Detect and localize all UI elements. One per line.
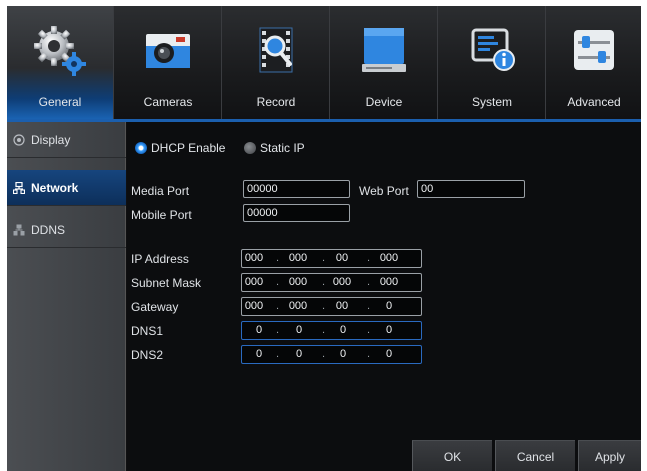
tab-label: Record (256, 95, 296, 109)
dot-separator: . (276, 276, 280, 288)
mobile-port-label: Mobile Port (131, 208, 192, 222)
tab-label: General (38, 95, 82, 109)
dns1-input[interactable]: 0 . 0 . 0 . 0 (241, 321, 422, 340)
tab-label: Device (365, 95, 403, 109)
gears-icon (34, 26, 86, 76)
ip-address-label: IP Address (131, 252, 189, 266)
dot-separator: . (367, 252, 371, 264)
mobile-port-input[interactable]: 00000 (243, 204, 350, 222)
octet: 0 (339, 348, 347, 360)
octet: 0 (385, 300, 393, 312)
dhcp-enable-label: DHCP Enable (151, 141, 226, 155)
record-icon (259, 27, 293, 73)
tab-label: System (471, 95, 512, 109)
settings-window: General Cameras Record Device System Adv… (7, 6, 641, 471)
tab-label: Cameras (143, 95, 193, 109)
tab-general[interactable]: General (7, 6, 114, 119)
dot-separator: . (322, 348, 326, 360)
sidebar-item-ddns[interactable]: DDNS (7, 212, 126, 248)
octet: 000 (288, 252, 308, 264)
sidebar-item-label: Network (31, 181, 79, 195)
network-settings-panel: DHCP Enable Static IP Media Port 00000 W… (127, 122, 641, 471)
web-port-input[interactable]: 00 (417, 180, 525, 198)
network-icon (13, 182, 25, 194)
sidebar-item-network[interactable]: Network (7, 170, 126, 206)
dot-separator: . (276, 300, 280, 312)
octet: 000 (244, 300, 264, 312)
dot-separator: . (276, 252, 280, 264)
web-port-label: Web Port (359, 184, 409, 198)
octet: 0 (255, 324, 263, 336)
octet: 000 (379, 276, 399, 288)
media-port-label: Media Port (131, 184, 190, 198)
dns2-input[interactable]: 0 . 0 . 0 . 0 (241, 345, 422, 364)
dot-separator: . (322, 324, 326, 336)
subnet-mask-input[interactable]: 000 . 000 . 000 . 000 (241, 273, 422, 292)
static-ip-label: Static IP (260, 141, 305, 155)
camera-icon (146, 34, 190, 68)
sidebar: Display Network DDNS (7, 122, 126, 471)
octet: 000 (332, 276, 352, 288)
sidebar-item-label: DDNS (31, 223, 66, 237)
tab-record[interactable]: Record (223, 6, 330, 119)
tab-cameras[interactable]: Cameras (115, 6, 222, 119)
subnet-mask-label: Subnet Mask (131, 276, 202, 290)
radio-unselected-icon (244, 142, 256, 154)
octet: 00 (335, 300, 349, 312)
octet: 0 (255, 348, 263, 360)
sidebar-item-display[interactable]: Display (7, 122, 126, 158)
gateway-label: Gateway (131, 300, 179, 314)
tab-device[interactable]: Device (331, 6, 438, 119)
cancel-button[interactable]: Cancel (495, 440, 575, 471)
dot-separator: . (367, 348, 371, 360)
dns2-label: DNS2 (131, 348, 164, 362)
octet: 0 (385, 324, 393, 336)
tab-system[interactable]: System (439, 6, 546, 119)
display-radio-icon (13, 134, 25, 146)
octet: 000 (379, 252, 399, 264)
dot-separator: . (367, 300, 371, 312)
hard-drive-icon (362, 28, 406, 72)
sliders-icon (574, 30, 614, 70)
octet: 0 (295, 348, 303, 360)
sidebar-item-label: Display (31, 133, 71, 147)
octet: 000 (288, 300, 308, 312)
octet: 0 (339, 324, 347, 336)
dot-separator: . (276, 324, 280, 336)
main-menu-tabs: General Cameras Record Device System Adv… (7, 6, 641, 119)
ddns-icon (13, 224, 25, 236)
media-port-input[interactable]: 00000 (243, 180, 350, 198)
system-info-icon (471, 28, 515, 71)
dot-separator: . (276, 348, 280, 360)
dns1-label: DNS1 (131, 324, 164, 338)
octet: 0 (385, 348, 393, 360)
octet: 000 (244, 252, 264, 264)
gateway-input[interactable]: 000 . 000 . 00 . 0 (241, 297, 422, 316)
octet: 00 (335, 252, 349, 264)
octet: 000 (288, 276, 308, 288)
ip-address-input[interactable]: 000 . 000 . 00 . 000 (241, 249, 422, 268)
tab-advanced[interactable]: Advanced (547, 6, 641, 119)
octet: 0 (295, 324, 303, 336)
dot-separator: . (367, 276, 371, 288)
dot-separator: . (367, 324, 371, 336)
tab-label: Advanced (567, 95, 621, 109)
apply-button[interactable]: Apply (578, 440, 641, 471)
ok-button[interactable]: OK (412, 440, 492, 471)
radio-selected-icon (135, 142, 147, 154)
octet: 000 (244, 276, 264, 288)
